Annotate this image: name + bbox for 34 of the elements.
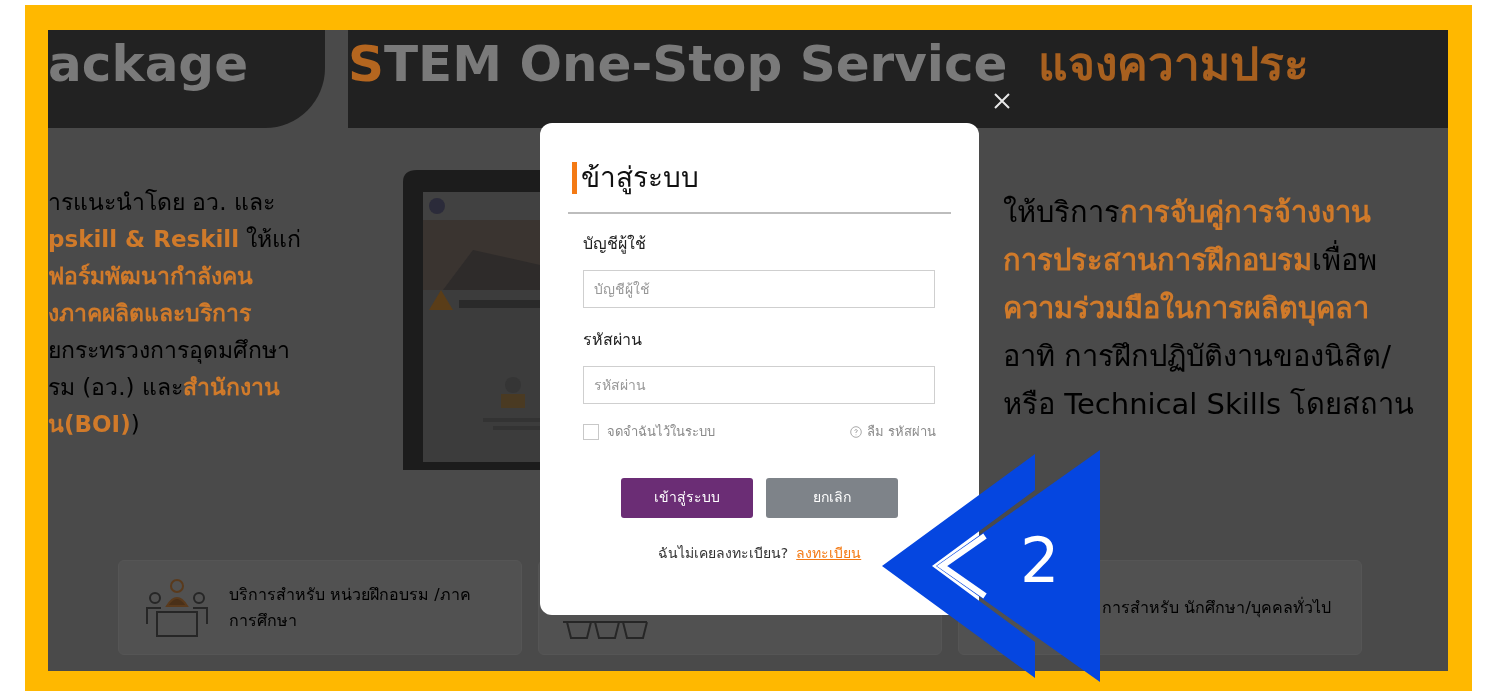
- intro-text-line: งภาคผลิตและบริการ: [48, 299, 251, 328]
- intro-text-line: pskill & Reskill ให้แก่: [48, 225, 302, 254]
- intro-text-line: ให้บริการการจับคู่การจ้างงาน: [1003, 194, 1371, 232]
- card-label: บริการสำหรับ หน่วยฝึกอบรม /ภาค การศึกษา: [229, 583, 472, 632]
- intro-text-line: อาทิ การฝึกปฏิบัติงานของนิสิต/: [1003, 338, 1391, 375]
- notice-title: แจงความประ: [1037, 36, 1309, 93]
- register-link[interactable]: ลงทะเบียน: [796, 542, 862, 564]
- dialog-title: ข้าสู่ระบบ: [581, 160, 699, 197]
- accent-bar: [572, 162, 577, 194]
- card-label: การสำหรับ นักศึกษา/บุคคลทั่วไป: [1102, 596, 1332, 620]
- close-icon[interactable]: [993, 92, 1011, 110]
- devices-icon: [561, 618, 649, 640]
- intro-text-line: ฟอร์มพัฒนากำลังคน: [48, 262, 253, 291]
- intro-text-line: ารแนะนำโดย อว. และ: [48, 188, 275, 217]
- service-title: STEM One-Stop Service: [348, 34, 1008, 94]
- cancel-button[interactable]: ยกเลิก: [766, 477, 898, 518]
- login-button[interactable]: เข้าสู่ระบบ: [621, 477, 753, 518]
- forgot-password-link[interactable]: ลืม รหัสผ่าน: [866, 422, 936, 442]
- help-icon: [849, 425, 862, 438]
- input-field[interactable]: รหัสผ่าน: [583, 366, 935, 404]
- intro-text-line: ยกระทรวงการอุดมศึกษา: [48, 336, 290, 366]
- field-label: รหัสผ่าน: [583, 329, 642, 351]
- banner-title: ackage: [48, 34, 249, 94]
- intro-text-line: น(BOI)): [48, 410, 140, 439]
- intro-text-line: การประสานการฝึกอบรมเพื่อพ: [1003, 236, 1377, 284]
- remember-label: จดจำฉันไว้ในระบบ: [607, 423, 715, 441]
- intro-text-line: รม (อว.) และสำนักงาน: [48, 373, 280, 402]
- checkbox[interactable]: [583, 423, 599, 440]
- service-card[interactable]: บริการสำหรับ หน่วยฝึกอบรม /ภาค การศึกษา: [118, 560, 522, 655]
- intro-text-line: หรือ Technical Skills โดยสถาน: [1003, 386, 1415, 423]
- field-label: บัญชีผู้ใช้: [583, 233, 646, 256]
- register-prompt: ฉันไม่เคยลงทะเบียน?: [657, 543, 789, 563]
- input-field[interactable]: บัญชีผู้ใช้: [583, 270, 935, 308]
- intro-text-line: ความร่วมมือในการผลิตบุคลา: [1003, 290, 1369, 328]
